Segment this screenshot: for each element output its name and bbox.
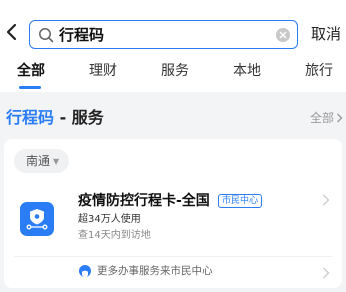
tab-services[interactable]: 服务 — [161, 61, 189, 81]
chevron-right-icon — [323, 267, 330, 279]
section-header: 行程码 - 服务 全部 — [0, 107, 346, 131]
section-keyword: 行程码 — [6, 108, 55, 127]
provider-badge: 市民中心 — [218, 194, 263, 208]
tab-local[interactable]: 本地 — [233, 61, 261, 81]
search-input[interactable]: 行程码 — [29, 20, 298, 49]
dropdown-caret-icon: ▼ — [53, 157, 60, 166]
section-title: 行程码 - 服务 — [6, 107, 104, 129]
section-category: 服务 — [71, 108, 104, 127]
itinerary-card-app-icon — [20, 202, 54, 236]
search-icon — [39, 28, 54, 43]
cancel-button[interactable]: 取消 — [311, 24, 341, 44]
app-user-count: 超34万人使用 — [78, 214, 141, 225]
service-card: 南通 ▼ 疫情防控行程卡-全国 市民中心 超34万人使用 查14天内到访地 更多办… — [4, 139, 342, 288]
section-view-all-link[interactable]: 全部 — [310, 110, 343, 126]
region-label: 南通 — [26, 154, 51, 168]
app-description: 查14天内到访地 — [78, 230, 151, 241]
region-filter-dropdown[interactable]: 南通 ▼ — [14, 149, 70, 173]
app-title: 疫情防控行程卡-全国 — [78, 193, 210, 209]
category-tabs: 全部 理财 服务 本地 旅行 — [0, 61, 346, 89]
more-services-text: 更多办事服务来市民中心 — [97, 265, 213, 277]
tab-travel[interactable]: 旅行 — [305, 61, 333, 81]
tab-all[interactable]: 全部 — [17, 61, 45, 81]
more-services-link[interactable]: 更多办事服务来市民中心 — [4, 257, 342, 287]
search-query-text[interactable]: 行程码 — [59, 26, 104, 44]
view-all-label: 全部 — [309, 111, 334, 125]
back-arrow-icon[interactable] — [4, 22, 20, 42]
active-tab-indicator — [19, 86, 41, 89]
section-separator: - — [54, 108, 72, 127]
search-header: 行程码 取消 全部 理财 服务 本地 旅行 — [0, 0, 346, 92]
clear-icon[interactable] — [276, 28, 290, 42]
chevron-right-icon — [323, 194, 330, 206]
chevron-right-icon — [337, 113, 343, 123]
tab-finance[interactable]: 理财 — [89, 61, 117, 81]
citizen-center-icon — [79, 265, 91, 278]
